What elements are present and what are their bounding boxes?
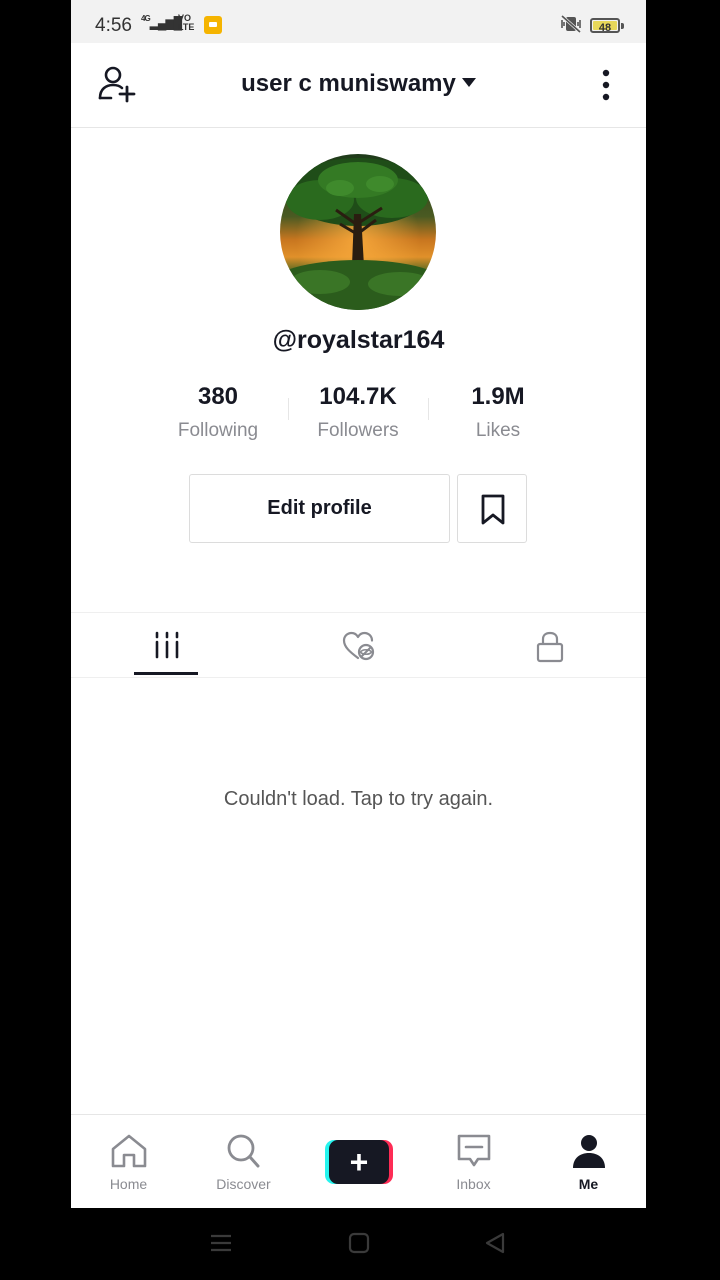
- followers-label: Followers: [317, 420, 399, 441]
- avatar-image: [280, 154, 436, 310]
- active-tab-indicator: [134, 672, 198, 675]
- home-button-icon[interactable]: [348, 1232, 370, 1254]
- back-icon[interactable]: [484, 1232, 506, 1254]
- tab-videos[interactable]: [71, 613, 262, 677]
- bookmark-icon: [481, 494, 505, 525]
- status-time: 4:56: [95, 15, 132, 36]
- profile-header: user c muniswamy: [71, 43, 646, 128]
- stat-likes[interactable]: 1.9M Likes: [428, 380, 568, 442]
- inbox-icon: [457, 1134, 490, 1167]
- recents-menu-icon[interactable]: [210, 1232, 232, 1254]
- stat-following[interactable]: 380 Following: [148, 380, 288, 442]
- liked-videos-icon: [342, 631, 374, 661]
- signal-icon: 4G▂▄▆█: [141, 14, 182, 30]
- nav-me[interactable]: Me: [531, 1115, 646, 1208]
- battery-icon: 48: [590, 18, 620, 34]
- stat-followers[interactable]: 104.7K Followers: [288, 380, 428, 442]
- following-count: 380: [197, 383, 239, 410]
- nav-inbox[interactable]: Inbox: [416, 1115, 531, 1208]
- status-bar: 4:56 4G▂▄▆█ VO LTE 48: [71, 0, 646, 43]
- network-type: 4G: [141, 14, 151, 23]
- nav-discover[interactable]: Discover: [186, 1115, 301, 1208]
- nav-home-label: Home: [109, 1176, 148, 1192]
- following-label: Following: [177, 420, 259, 441]
- more-options-icon[interactable]: [595, 67, 617, 103]
- lock-icon: [536, 631, 563, 663]
- tab-private[interactable]: [454, 613, 645, 677]
- followers-count: 104.7K: [319, 383, 397, 410]
- battery-tip: [621, 23, 624, 29]
- profile-tabs: [71, 612, 646, 678]
- retry-message[interactable]: Couldn't load. Tap to try again.: [71, 788, 646, 811]
- notification-app-icon: [204, 16, 222, 34]
- caret-down-icon: [461, 78, 476, 87]
- account-switcher[interactable]: user c muniswamy: [71, 70, 646, 98]
- battery-level: 48: [598, 22, 612, 34]
- nav-inbox-label: Inbox: [456, 1176, 491, 1192]
- nav-me-label: Me: [578, 1176, 599, 1192]
- videos-grid-icon: [155, 631, 178, 659]
- likes-count: 1.9M: [471, 383, 525, 410]
- likes-label: Likes: [475, 420, 521, 441]
- plus-icon: +: [329, 1140, 389, 1184]
- account-name: user c muniswamy: [241, 70, 456, 97]
- home-icon: [111, 1134, 146, 1168]
- create-button[interactable]: +: [325, 1140, 393, 1184]
- system-nav-bar: [0, 1208, 720, 1280]
- search-icon: [227, 1134, 259, 1168]
- nav-home[interactable]: Home: [71, 1115, 186, 1208]
- vibrate-icon: [561, 14, 581, 34]
- edit-profile-button[interactable]: Edit profile: [189, 474, 450, 543]
- profile-handle: @royalstar164: [272, 326, 445, 354]
- tab-liked[interactable]: [263, 613, 454, 677]
- phone-screen: 4:56 4G▂▄▆█ VO LTE 48 user c muniswamy @…: [71, 0, 646, 1208]
- bottom-nav: Home Discover + Inbox Me: [71, 1114, 646, 1208]
- person-icon: [572, 1135, 605, 1168]
- nav-discover-label: Discover: [216, 1176, 271, 1192]
- avatar[interactable]: [280, 154, 436, 310]
- volte-icon: VO LTE: [178, 13, 195, 32]
- favorites-button[interactable]: [457, 474, 527, 543]
